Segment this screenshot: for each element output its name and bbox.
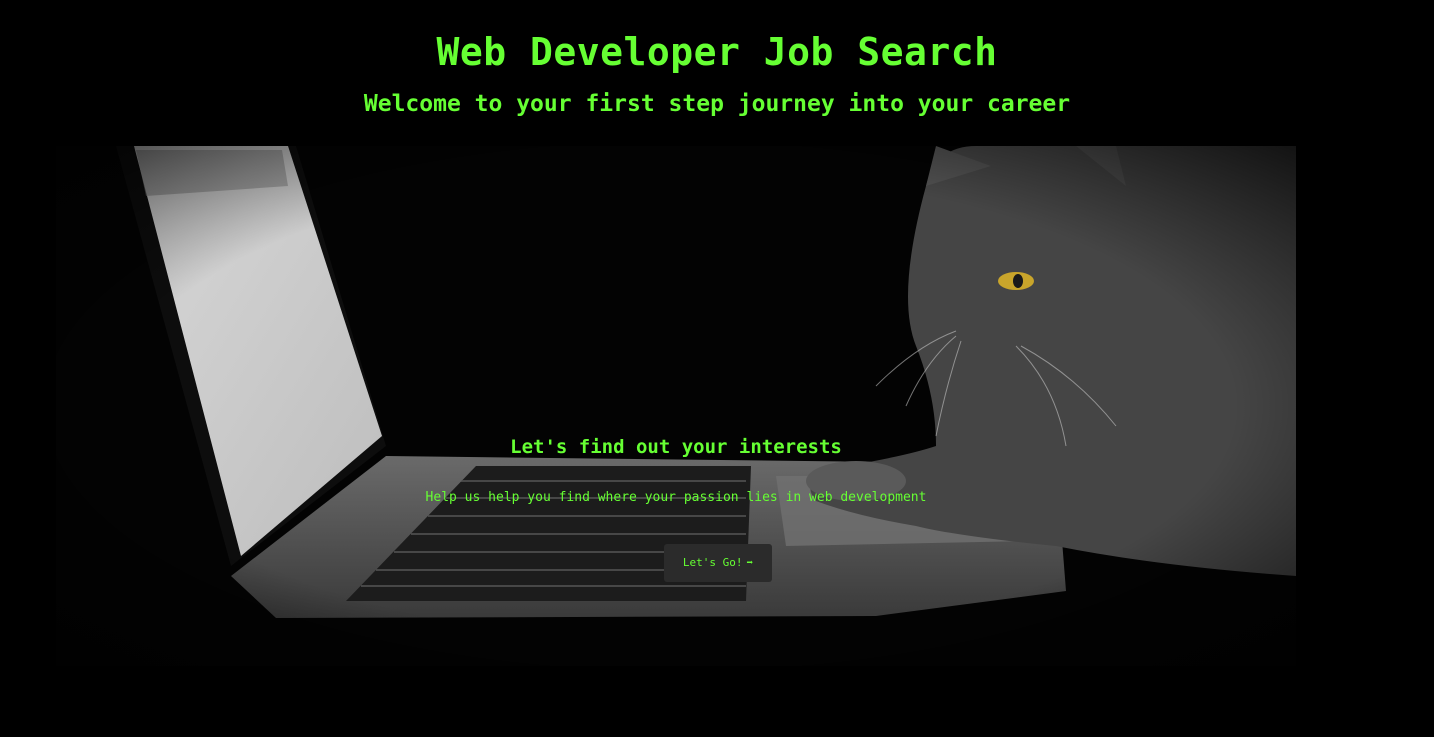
hero-banner: Let's find out your interests Help us he… (56, 146, 1296, 666)
hero-heading: Let's find out your interests (510, 436, 842, 458)
hero-description: Help us help you find where your passion… (425, 490, 927, 505)
page-subtitle: Welcome to your first step journey into … (363, 91, 1071, 117)
arrow-right-icon: ➡ (746, 556, 754, 569)
lets-go-label: Let's Go! (682, 556, 743, 569)
page-title: Web Developer Job Search (436, 30, 998, 74)
page-header: Web Developer Job Search Welcome to your… (0, 0, 1434, 140)
hero-content: Let's find out your interests Help us he… (56, 146, 1296, 666)
lets-go-button[interactable]: Let's Go! ➡ (664, 544, 772, 582)
